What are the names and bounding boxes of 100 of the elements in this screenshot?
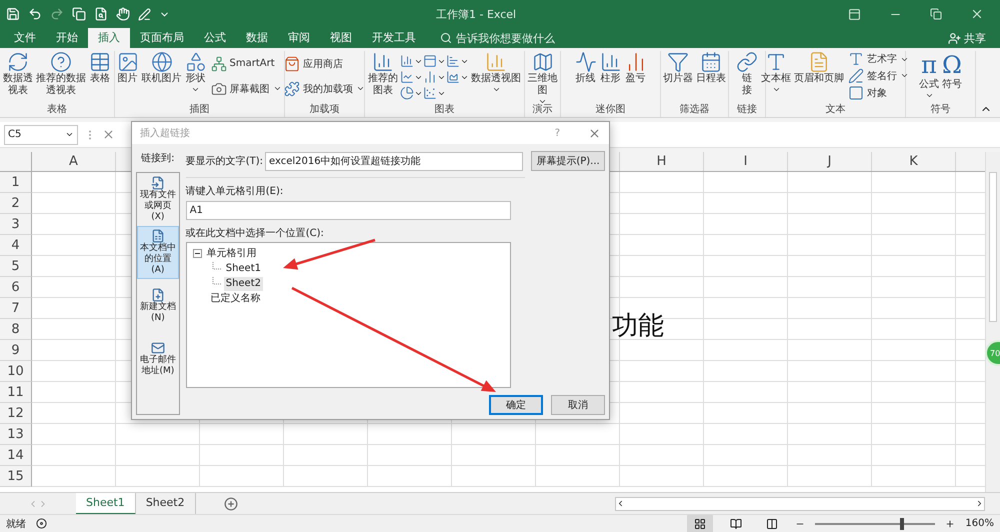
column-header[interactable]: J [788,152,872,171]
row-header[interactable]: 7 [0,298,32,319]
area-chart-icon[interactable] [446,70,460,84]
bar-chart-icon[interactable] [400,54,414,68]
row-header[interactable]: 4 [0,235,32,256]
close-icon[interactable] [588,126,601,140]
undo-icon[interactable] [28,7,42,21]
view-button[interactable] [687,514,714,532]
pen-icon[interactable] [138,8,151,20]
ribbon-tab[interactable]: 审阅 [278,28,320,48]
ribbon-button[interactable]: 页眉和页脚 [793,51,845,103]
pie-chart-icon[interactable] [400,86,414,100]
row-header[interactable]: 15 [0,466,32,487]
link-target-item[interactable]: 新建文档(N) [137,279,179,332]
ribbon-tab[interactable]: 文件 [4,28,46,48]
row-header[interactable]: 3 [0,214,32,235]
ribbon-button[interactable]: π 公式 [918,51,940,103]
restore-icon[interactable] [930,8,942,20]
ribbon-tab[interactable]: 插入 [88,28,130,48]
ribbon-button[interactable]: 图片 [116,51,140,103]
add-sheet-icon[interactable] [224,496,238,510]
horizontal-scrollbar[interactable] [615,496,985,510]
ribbon-tab[interactable]: 页面布局 [130,28,194,48]
ribbon-button[interactable]: 对象 [848,84,909,101]
ribbon-button[interactable]: 推荐的图表 [367,51,399,103]
row-header[interactable]: 2 [0,193,32,214]
sheet-tab[interactable]: Sheet1 [76,492,136,514]
ribbon-button[interactable]: 签名行 [848,68,909,84]
name-box[interactable]: C5 [4,124,78,144]
row-header[interactable]: 13 [0,424,32,445]
ribbon-button[interactable]: 我的加载项 [284,80,365,96]
tree-item[interactable]: 单元格引用 [204,246,259,260]
tell-me-field[interactable]: 告诉我你想要做什么 [440,28,555,48]
row-header[interactable]: 14 [0,445,32,466]
scrollbar[interactable] [985,152,1000,492]
copy-icon[interactable] [72,7,86,21]
column-header[interactable]: H [620,152,704,171]
ok-button[interactable]: 确定 [489,395,543,415]
zoom-thumb[interactable] [900,518,904,530]
scroll-right-icon[interactable] [975,499,984,508]
save-icon[interactable] [6,7,20,21]
ribbon-button[interactable]: 艺术字 [848,51,909,68]
row-header[interactable]: 9 [0,340,32,361]
close-icon[interactable] [970,7,984,21]
row-header[interactable]: 6 [0,277,32,298]
cancel-icon[interactable] [102,128,115,141]
row-header[interactable]: 1 [0,172,32,193]
ribbon-button[interactable]: 盈亏 [624,51,648,103]
cell-reference-field[interactable]: A1 [186,201,511,220]
ribbon-button[interactable]: 联机图片 [140,51,182,103]
ribbon-tab[interactable]: 开始 [46,28,88,48]
ribbon-button[interactable]: 推荐的数据透视表 [35,51,87,103]
bar-chart-icon[interactable] [446,54,460,68]
ribbon-button[interactable]: 三维地图 [526,51,558,103]
layout-icon[interactable] [423,54,437,68]
link-target-item[interactable]: 现有文件或网页(X) [137,173,179,226]
ribbon-button[interactable]: SmartArt [210,56,282,72]
link-target-item[interactable]: 电子邮件地址(M) [137,332,179,385]
tree-item[interactable]: Sheet1 [224,262,263,276]
bar-chart-icon[interactable] [423,70,437,84]
row-header[interactable]: 11 [0,382,32,403]
scatter-chart-icon[interactable] [423,86,437,100]
ribbon-button[interactable]: 折线 [574,51,598,103]
ribbon-button[interactable]: 数据透视表 [2,51,34,103]
ribbon-button[interactable]: 切片器 [662,51,694,103]
ribbon-button[interactable]: 数据透视图 [470,51,522,103]
column-header[interactable]: I [704,152,788,171]
ribbon-options-icon[interactable] [848,8,861,20]
ribbon-button[interactable]: 应用商店 [284,56,365,72]
ribbon-button[interactable]: 文本框 [760,51,792,103]
ribbon-tab[interactable]: 公式 [194,28,236,48]
print-preview-icon[interactable] [94,7,108,21]
display-text-field[interactable]: excel2016中如何设置超链接功能 [265,152,523,170]
share-button[interactable]: 共享 [948,28,986,48]
column-header[interactable]: K [872,152,956,171]
macro-icon[interactable] [36,518,47,529]
column-header[interactable]: A [32,152,116,171]
row-header[interactable]: 5 [0,256,32,277]
row-header[interactable]: 12 [0,403,32,424]
scroll-left-icon[interactable] [616,499,625,508]
hand-icon[interactable] [116,7,130,21]
tree-item[interactable]: 已定义名称 [208,292,263,306]
ribbon-button[interactable]: 柱形 [598,51,622,103]
ribbon-button[interactable]: 日程表 [695,51,727,103]
ribbon-button[interactable]: 表格 [88,51,112,103]
ribbon-tab[interactable]: 数据 [236,28,278,48]
tree-item[interactable]: Sheet2 [224,276,263,290]
zoom-in-icon[interactable] [945,518,956,528]
link-target-item[interactable]: 本文档中的位置(A) [137,226,179,279]
ribbon-button[interactable]: 屏幕截图 [210,80,282,96]
row-header[interactable]: 8 [0,319,32,340]
line-chart-icon[interactable] [400,70,414,84]
cancel-button[interactable]: 取消 [551,395,605,415]
ribbon-tab[interactable]: 视图 [320,28,362,48]
ribbon-tab[interactable]: 开发工具 [362,28,426,48]
ribbon-button[interactable]: 形状 [184,51,208,103]
screen-tip-button[interactable]: 屏幕提示(P)... [531,151,605,171]
collapse-icon[interactable] [192,249,202,258]
ribbon-button[interactable]: Ω 符号 [941,51,963,103]
ribbon-button[interactable]: 链接 [735,51,759,103]
